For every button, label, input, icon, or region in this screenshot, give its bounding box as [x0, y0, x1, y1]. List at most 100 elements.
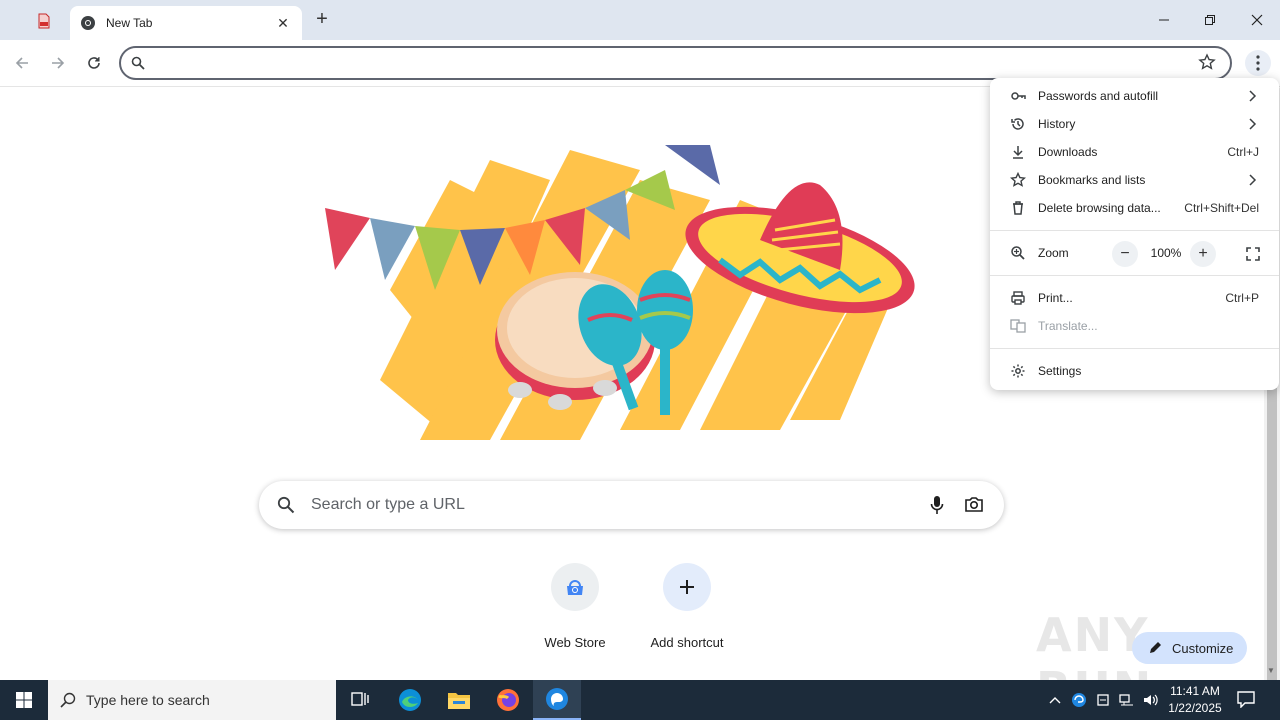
- tab-new-tab[interactable]: New Tab ✕: [70, 6, 302, 40]
- taskbar-search-box[interactable]: Type here to search: [48, 680, 336, 720]
- fullscreen-button[interactable]: [1240, 241, 1266, 267]
- restore-icon: [1205, 15, 1215, 25]
- menu-item-label: Print...: [1038, 291, 1073, 305]
- minimize-button[interactable]: [1141, 8, 1187, 32]
- chrome-menu: Passwords and autofill History Downloads…: [990, 78, 1279, 390]
- windows-logo-icon: [16, 692, 32, 708]
- menu-item-shortcut: Ctrl+J: [1227, 145, 1259, 159]
- doodle-image[interactable]: [320, 140, 920, 450]
- more-vert-icon: [1256, 55, 1260, 71]
- chrome-icon: [81, 16, 95, 30]
- customize-label: Customize: [1172, 640, 1234, 656]
- menu-item-label: Delete browsing data...: [1038, 201, 1161, 215]
- shortcut-label: Web Store: [544, 635, 606, 650]
- chevron-right-icon: [1249, 90, 1257, 102]
- pencil-icon: [1150, 642, 1161, 653]
- zoom-icon: [1011, 246, 1025, 260]
- menu-item-bookmarks[interactable]: Bookmarks and lists: [990, 166, 1279, 194]
- lens-camera-icon[interactable]: [964, 495, 984, 513]
- tray-edge[interactable]: [1070, 692, 1088, 708]
- tab-strip: New Tab ✕ +: [0, 0, 1280, 40]
- start-button[interactable]: [0, 680, 48, 720]
- folder-icon: [448, 693, 470, 709]
- fullscreen-icon: [1246, 247, 1260, 261]
- minimize-icon: [1159, 19, 1169, 21]
- menu-separator: [990, 348, 1279, 349]
- taskbar-search-placeholder: Type here to search: [86, 692, 210, 708]
- tray-network[interactable]: [1118, 692, 1136, 708]
- address-input[interactable]: [155, 52, 1155, 74]
- tray-overflow-button[interactable]: [1046, 692, 1064, 708]
- zoom-in-button[interactable]: +: [1190, 241, 1216, 267]
- close-window-button[interactable]: [1234, 8, 1280, 32]
- tab-close-button[interactable]: ✕: [274, 15, 292, 32]
- close-icon: [1251, 14, 1263, 26]
- taskbar-clock[interactable]: 11:41 AM 1/22/2025: [1163, 683, 1227, 717]
- customize-button[interactable]: Customize: [1132, 632, 1247, 664]
- speaker-icon: [1144, 694, 1158, 706]
- download-icon: [1013, 146, 1023, 159]
- bookmark-button[interactable]: [1198, 53, 1218, 73]
- new-tab-button[interactable]: +: [312, 9, 332, 30]
- history-icon: [1011, 118, 1024, 130]
- taskbar-firefox[interactable]: [484, 680, 532, 720]
- task-view-button[interactable]: [336, 680, 384, 720]
- search-icon: [60, 692, 76, 708]
- zoom-value: 100%: [1150, 246, 1182, 260]
- reload-button[interactable]: [82, 51, 106, 75]
- menu-item-delete-browsing-data[interactable]: Delete browsing data... Ctrl+Shift+Del: [990, 194, 1279, 222]
- chrome-menu-button[interactable]: [1245, 50, 1271, 76]
- zoom-label: Zoom: [1038, 246, 1069, 260]
- menu-item-shortcut: Ctrl+Shift+Del: [1184, 201, 1259, 215]
- zoom-out-button[interactable]: −: [1112, 241, 1138, 267]
- menu-item-label: History: [1038, 117, 1076, 131]
- tray-device[interactable]: [1094, 692, 1112, 708]
- menu-item-label: Downloads: [1038, 145, 1098, 159]
- shortcut-add[interactable]: Add shortcut: [632, 563, 742, 650]
- menu-separator: [990, 230, 1279, 231]
- notification-button[interactable]: [1236, 690, 1258, 710]
- menu-item-label: Passwords and autofill: [1038, 89, 1159, 103]
- edge-icon: [1072, 693, 1086, 707]
- ntp-search-placeholder: Search or type a URL: [311, 496, 465, 513]
- menu-item-downloads[interactable]: Downloads Ctrl+J: [990, 138, 1279, 166]
- search-icon: [277, 496, 295, 514]
- gear-icon: [1011, 364, 1025, 378]
- chevron-right-icon: [1249, 118, 1257, 130]
- edge-icon: [546, 688, 568, 710]
- tray-volume[interactable]: [1142, 692, 1160, 708]
- ntp-search-box[interactable]: Search or type a URL: [259, 481, 1004, 529]
- print-icon: [1011, 291, 1025, 305]
- trash-icon: [1013, 201, 1023, 215]
- restore-button[interactable]: [1187, 8, 1233, 32]
- pdf-tab[interactable]: [22, 6, 66, 36]
- address-bar[interactable]: [119, 46, 1232, 80]
- web-store-icon: [551, 563, 599, 611]
- back-button[interactable]: [10, 51, 34, 75]
- menu-item-settings[interactable]: Settings: [990, 357, 1279, 385]
- taskbar-edge[interactable]: [386, 680, 434, 720]
- search-icon: [131, 56, 145, 70]
- taskbar-chrome-active[interactable]: [533, 680, 581, 720]
- microphone-icon[interactable]: [929, 494, 945, 516]
- firefox-icon: [497, 689, 519, 711]
- star-icon: [1198, 53, 1216, 70]
- scroll-down-arrow[interactable]: ▼: [1267, 666, 1275, 675]
- taskbar-file-explorer[interactable]: [435, 680, 483, 720]
- shortcut-web-store[interactable]: Web Store: [520, 563, 630, 650]
- windows-taskbar: Type here to search 11:41 AM 1/22/2025: [0, 680, 1280, 720]
- translate-icon: [1010, 319, 1026, 333]
- network-icon: [1119, 694, 1133, 706]
- menu-item-history[interactable]: History: [990, 110, 1279, 138]
- arrow-right-icon: [52, 57, 65, 69]
- chevron-up-icon: [1049, 697, 1061, 704]
- plus-icon: [663, 563, 711, 611]
- forward-button[interactable]: [46, 51, 70, 75]
- reload-icon: [88, 57, 100, 69]
- menu-item-translate: Translate...: [990, 312, 1279, 340]
- menu-zoom-row: Zoom − 100% +: [990, 238, 1279, 268]
- device-icon: [1097, 694, 1109, 706]
- menu-item-print[interactable]: Print... Ctrl+P: [990, 284, 1279, 312]
- menu-item-passwords[interactable]: Passwords and autofill: [990, 82, 1279, 110]
- star-icon: [1010, 172, 1026, 187]
